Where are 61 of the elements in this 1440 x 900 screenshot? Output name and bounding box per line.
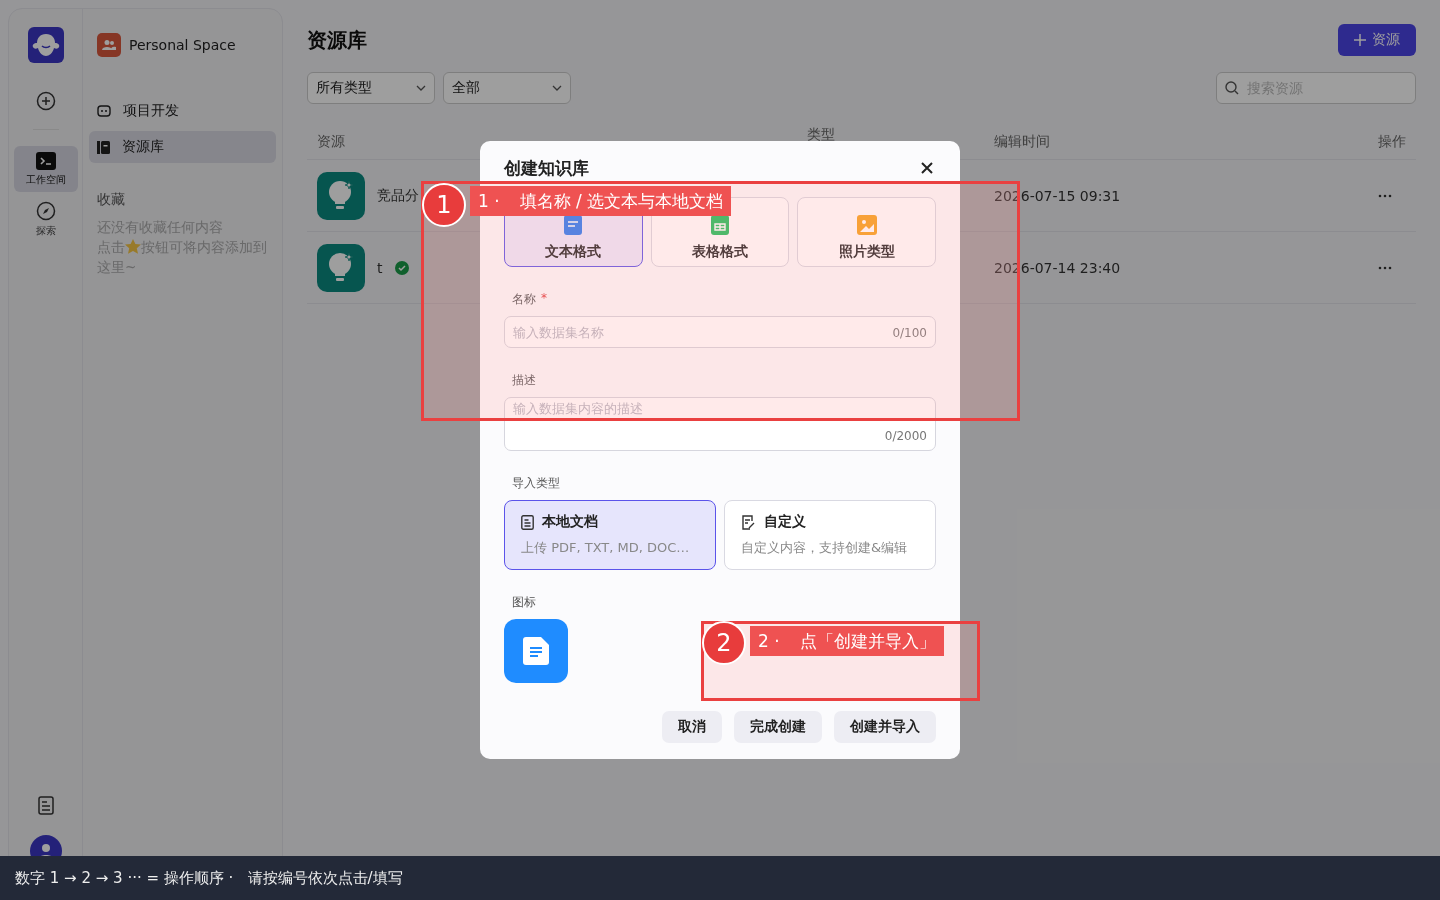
plus-icon [1354, 34, 1366, 46]
option-title: 自定义 [764, 513, 806, 531]
field-label: 导入类型 [512, 475, 560, 492]
format-option[interactable]: 照片类型 [797, 197, 936, 267]
compass-icon [35, 200, 56, 221]
star-icon [125, 239, 141, 254]
edit-file-icon [741, 514, 756, 530]
app-logo [27, 27, 64, 63]
column-header: 类型 [807, 125, 836, 144]
resource-name: t [377, 259, 383, 276]
terminal-icon [35, 151, 56, 170]
field-label: 描述 [512, 372, 536, 389]
column-header: 资源 [317, 132, 346, 151]
lightbulb-icon [328, 179, 354, 212]
space-name: Personal Space [129, 37, 236, 53]
more-icon[interactable] [1378, 265, 1392, 270]
add-icon[interactable] [35, 91, 56, 111]
table-icon [711, 214, 729, 235]
add-resource-button[interactable]: 资源 [1338, 24, 1416, 56]
hint-bar: 数字 1 → 2 → 3 ··· = 操作顺序 · 请按编号依次点击/填写 [0, 856, 1440, 900]
option-description: 自定义内容，支持创建&编辑 [741, 539, 908, 557]
field-label: 名称 [512, 291, 536, 308]
chevron-down-icon [416, 85, 426, 91]
search-icon [1225, 81, 1239, 95]
nav-item[interactable]: 资源库 [89, 131, 276, 163]
column-header: 操作 [1377, 132, 1406, 151]
required-mark: * [541, 291, 547, 307]
option-description: 上传 PDF, TXT, MD, DOC… [521, 539, 690, 557]
rail-item[interactable]: 探索 [13, 196, 78, 242]
document-icon [564, 214, 583, 235]
option-title: 本地文档 [542, 513, 598, 531]
chevron-down-icon [552, 85, 562, 91]
book-icon [97, 140, 110, 154]
step-callout: 1 · 填名称 / 选文本与本地文档 [470, 186, 732, 216]
step-callout: 2 · 点「创建并导入」 [750, 626, 944, 656]
step-number-badge: 1 [422, 183, 466, 227]
column-header: 编辑时间 [994, 132, 1051, 151]
team-icon [97, 33, 121, 57]
dialog-button[interactable]: 取消 [662, 711, 722, 743]
char-counter: 0/100 [892, 326, 927, 340]
filter-dropdown[interactable]: 所有类型 [307, 72, 435, 104]
rail-item[interactable]: 工作空间 [13, 146, 78, 192]
dialog-title: 创建知识库 [504, 156, 589, 180]
import-option[interactable]: 自定义 自定义内容，支持创建&编辑 [724, 500, 936, 570]
file-icon [521, 514, 534, 530]
lightbulb-icon [328, 251, 354, 284]
import-option[interactable]: 本地文档 上传 PDF, TXT, MD, DOC… [504, 500, 716, 570]
knowledge-base-icon[interactable] [504, 619, 568, 683]
filter-dropdown[interactable]: 全部 [443, 72, 571, 104]
image-icon [856, 214, 877, 235]
more-icon[interactable] [1378, 193, 1392, 198]
document-icon[interactable] [37, 796, 54, 815]
resource-name: 竞品分 [377, 186, 419, 205]
favorites-heading: 收藏 [97, 191, 126, 209]
dialog-button[interactable]: 创建并导入 [834, 711, 936, 743]
robot-icon [97, 105, 111, 117]
field-label: 图标 [512, 594, 536, 611]
char-counter: 0/2000 [884, 429, 927, 443]
dialog-button[interactable]: 完成创建 [734, 711, 822, 743]
page-title: 资源库 [307, 26, 367, 54]
nav-item[interactable]: 项目开发 [89, 95, 276, 127]
